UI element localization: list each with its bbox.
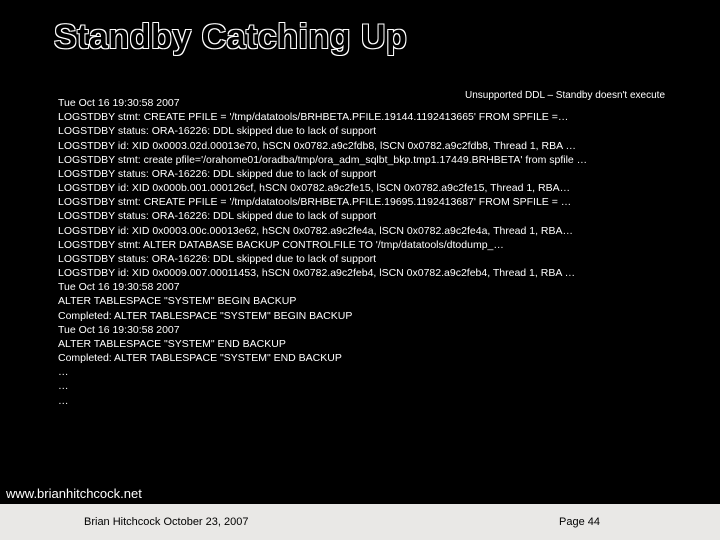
log-line: LOGSTDBY status: ORA-16226: DDL skipped … xyxy=(58,252,680,266)
slide-title: Standby Catching Up xyxy=(54,18,407,57)
slide: Standby Catching Up Unsupported DDL – St… xyxy=(0,0,720,540)
log-line: LOGSTDBY stmt: create pfile='/orahome01/… xyxy=(58,153,680,167)
footer-page: Page 44 xyxy=(559,516,600,528)
log-line: Completed: ALTER TABLESPACE "SYSTEM" BEG… xyxy=(58,309,680,323)
log-line: ALTER TABLESPACE "SYSTEM" BEGIN BACKUP xyxy=(58,294,680,308)
website-url: www.brianhitchcock.net xyxy=(6,486,142,501)
log-line: Completed: ALTER TABLESPACE "SYSTEM" END… xyxy=(58,351,680,365)
log-line: LOGSTDBY stmt: CREATE PFILE = '/tmp/data… xyxy=(58,110,680,124)
log-line: … xyxy=(58,379,680,393)
log-line: LOGSTDBY id: XID 0x0003.00c.00013e62, hS… xyxy=(58,224,680,238)
log-line: Tue Oct 16 19:30:58 2007 xyxy=(58,96,680,110)
log-line: … xyxy=(58,365,680,379)
log-line: LOGSTDBY id: XID 0x000b.001.000126cf, hS… xyxy=(58,181,680,195)
log-output: Tue Oct 16 19:30:58 2007 LOGSTDBY stmt: … xyxy=(58,96,680,408)
log-line: Tue Oct 16 19:30:58 2007 xyxy=(58,280,680,294)
log-line: LOGSTDBY status: ORA-16226: DDL skipped … xyxy=(58,209,680,223)
log-line: LOGSTDBY stmt: CREATE PFILE = '/tmp/data… xyxy=(58,195,680,209)
log-line: LOGSTDBY status: ORA-16226: DDL skipped … xyxy=(58,124,680,138)
log-line: LOGSTDBY id: XID 0x0003.02d.00013e70, hS… xyxy=(58,139,680,153)
log-line: ALTER TABLESPACE "SYSTEM" END BACKUP xyxy=(58,337,680,351)
footer-author: Brian Hitchcock October 23, 2007 xyxy=(84,516,248,528)
log-line: LOGSTDBY id: XID 0x0009.007.00011453, hS… xyxy=(58,266,680,280)
log-line: Tue Oct 16 19:30:58 2007 xyxy=(58,323,680,337)
log-line: … xyxy=(58,394,680,408)
log-line: LOGSTDBY status: ORA-16226: DDL skipped … xyxy=(58,167,680,181)
footer: Brian Hitchcock October 23, 2007 Page 44 xyxy=(0,504,720,540)
log-line: LOGSTDBY stmt: ALTER DATABASE BACKUP CON… xyxy=(58,238,680,252)
